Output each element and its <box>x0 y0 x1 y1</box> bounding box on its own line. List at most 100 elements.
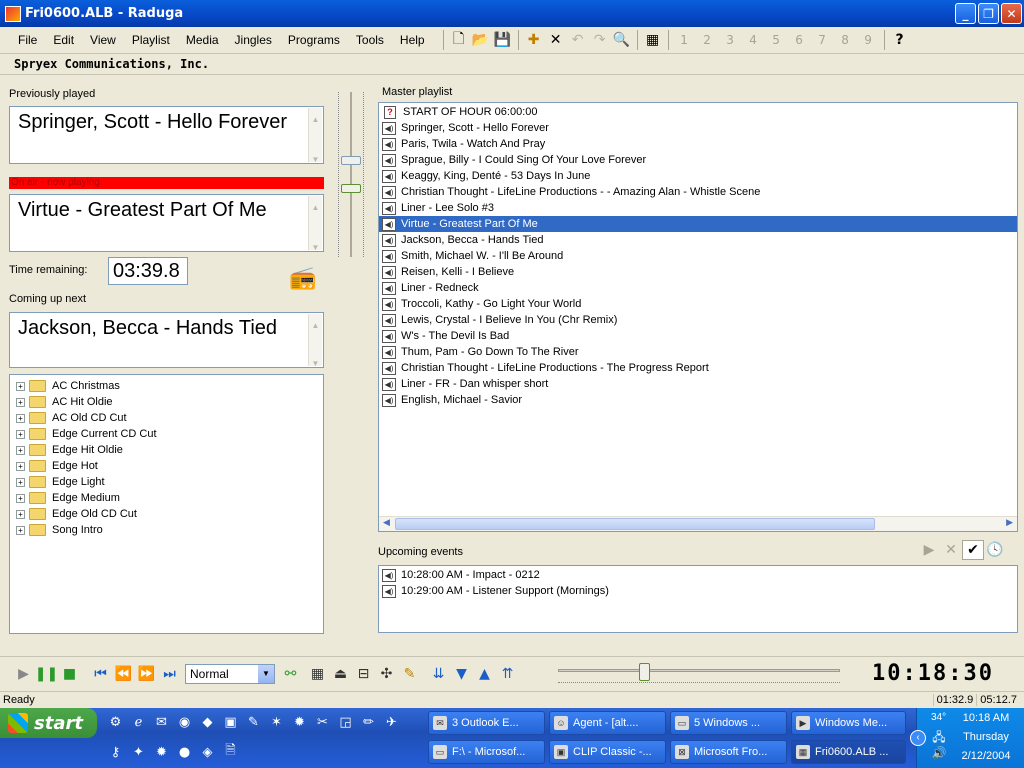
tree-folder[interactable]: + Edge Hit Oldie <box>10 442 323 458</box>
playlist-row[interactable]: ◀) Christian Thought - LifeLine Productio… <box>379 360 1017 376</box>
open-folder-icon[interactable]: 📂 <box>470 29 492 51</box>
preset-3-button[interactable]: 3 <box>719 33 742 47</box>
tree-folder[interactable]: + Edge Old CD Cut <box>10 506 323 522</box>
tray-icon[interactable]: ⊟ <box>352 662 375 686</box>
expand-icon[interactable]: + <box>16 429 25 439</box>
rewind-icon[interactable]: ⏪ <box>112 662 135 686</box>
move-bottom-icon[interactable]: ⇊ <box>427 662 450 686</box>
preset-6-button[interactable]: 6 <box>788 33 811 47</box>
app-icon[interactable]: ✦ <box>127 741 150 763</box>
expand-icon[interactable]: + <box>16 525 25 535</box>
app-icon[interactable]: ✈ <box>380 711 403 733</box>
app-icon[interactable]: ✹ <box>288 711 311 733</box>
preset-4-button[interactable]: 4 <box>742 33 765 47</box>
preset-9-button[interactable]: 9 <box>857 33 880 47</box>
playlist-row[interactable]: ◀) Paris, Twila - Watch And Pray <box>379 136 1017 152</box>
media-icon[interactable]: ◉ <box>173 711 196 733</box>
task-frontpage[interactable]: ⊠ Microsoft Fro... <box>670 740 787 764</box>
task-raduga[interactable]: ▦ Fri0600.ALB ... <box>791 740 906 764</box>
app-icon[interactable]: ● <box>173 741 196 763</box>
task-outlook[interactable]: ✉ 3 Outlook E... <box>428 711 545 735</box>
tray-time[interactable]: 10:18 AM <box>947 712 1024 724</box>
tree-folder[interactable]: + Edge Hot <box>10 458 323 474</box>
playlist-row[interactable]: ◀) Christian Thought - LifeLine Productio… <box>379 184 1017 200</box>
expand-icon[interactable]: + <box>16 413 25 423</box>
delete-icon[interactable]: ✕ <box>545 29 567 51</box>
app-icon[interactable]: ◆ <box>196 711 219 733</box>
playlist-row[interactable]: ◀) Liner - FR - Dan whisper short <box>379 376 1017 392</box>
insert-icon[interactable]: ✣ <box>375 662 398 686</box>
pause-icon[interactable]: ❚❚ <box>35 662 58 686</box>
volume-icon[interactable]: 🔊 <box>931 746 947 760</box>
task-clip-classic[interactable]: ▣ CLIP Classic -... <box>549 740 666 764</box>
expand-icon[interactable]: + <box>16 477 25 487</box>
preset-2-button[interactable]: 2 <box>696 33 719 47</box>
now-playing-scrollbar[interactable]: ▲ ▼ <box>308 196 322 252</box>
app-icon[interactable]: ◲ <box>334 711 357 733</box>
task-agent[interactable]: ☺ Agent - [alt.... <box>549 711 666 735</box>
coming-up-next-scrollbar[interactable]: ▲ ▼ <box>308 314 322 368</box>
playlist-row[interactable]: ◀) Springer, Scott - Hello Forever <box>379 120 1017 136</box>
menu-media[interactable]: Media <box>178 33 227 47</box>
playlist-row[interactable]: ◀) English, Michael - Savior <box>379 392 1017 408</box>
fader-knob-lower[interactable] <box>341 184 361 193</box>
tree-folder[interactable]: + Song Intro <box>10 522 323 538</box>
tree-folder[interactable]: + AC Hit Oldie <box>10 394 323 410</box>
preset-1-button[interactable]: 1 <box>673 33 696 47</box>
undo-icon[interactable]: ↶ <box>567 29 589 51</box>
event-row[interactable]: ◀) 10:28:00 AM - Impact - 0212 <box>379 567 1017 583</box>
fader-knob-upper[interactable] <box>341 156 361 165</box>
seek-knob[interactable] <box>639 663 650 681</box>
new-document-icon[interactable]: 🗋 <box>448 29 470 51</box>
menu-programs[interactable]: Programs <box>280 33 348 47</box>
menu-tools[interactable]: Tools <box>348 33 392 47</box>
menu-view[interactable]: View <box>82 33 124 47</box>
expand-icon[interactable]: + <box>16 397 25 407</box>
document-icon[interactable]: 🗎 <box>219 741 242 763</box>
menu-help[interactable]: Help <box>392 33 433 47</box>
ie-icon[interactable]: ℯ <box>127 711 150 733</box>
expand-icon[interactable]: + <box>16 493 25 503</box>
quick-launch-icon[interactable]: ⚙ <box>104 711 127 733</box>
tree-folder[interactable]: + Edge Light <box>10 474 323 490</box>
expand-icon[interactable]: + <box>16 445 25 455</box>
event-row[interactable]: ◀) 10:29:00 AM - Listener Support (Mornin… <box>379 583 1017 599</box>
schedule-clock-icon[interactable]: 🕓 <box>984 540 1006 560</box>
stop-icon[interactable]: ■ <box>58 662 81 686</box>
menu-file[interactable]: File <box>10 33 45 47</box>
app-icon[interactable]: ✏ <box>357 711 380 733</box>
confirm-event-icon[interactable]: ✔ <box>962 540 984 560</box>
close-button[interactable]: ✕ <box>1001 3 1022 24</box>
redo-icon[interactable]: ↷ <box>589 29 611 51</box>
app-icon[interactable]: ▣ <box>219 711 242 733</box>
playlist-row[interactable]: ◀) Sprague, Billy - I Could Sing Of Your … <box>379 152 1017 168</box>
task-windows-media[interactable]: ▶ Windows Me... <box>791 711 906 735</box>
move-down-icon[interactable]: ▼ <box>450 662 473 686</box>
playlist-row[interactable]: ◀) W's - The Devil Is Bad <box>379 328 1017 344</box>
playlist-row[interactable]: ◀) Smith, Michael W. - I'll Be Around <box>379 248 1017 264</box>
outlook-icon[interactable]: ✉ <box>150 711 173 733</box>
move-top-icon[interactable]: ⇈ <box>496 662 519 686</box>
menu-playlist[interactable]: Playlist <box>124 33 178 47</box>
minimize-button[interactable]: _ <box>955 3 976 24</box>
tree-folder[interactable]: + AC Old CD Cut <box>10 410 323 426</box>
play-mode-select[interactable]: Normal ▼ <box>185 664 275 684</box>
playlist-row[interactable]: ? START OF HOUR 06:00:00 <box>379 104 1017 120</box>
tray-expand-icon[interactable]: ‹ <box>910 730 926 746</box>
tree-folder[interactable]: + Edge Current CD Cut <box>10 426 323 442</box>
save-icon[interactable]: 💾 <box>492 29 514 51</box>
app-icon[interactable]: ✂ <box>311 711 334 733</box>
skip-last-icon[interactable]: ⏭ <box>158 662 181 686</box>
tree-folder[interactable]: + AC Christmas <box>10 378 323 394</box>
tree-folder[interactable]: + Edge Medium <box>10 490 323 506</box>
binoculars-icon[interactable]: ⚯ <box>279 662 302 686</box>
playlist-row[interactable]: ◀) Troccoli, Kathy - Go Light Your World <box>379 296 1017 312</box>
preset-7-button[interactable]: 7 <box>811 33 834 47</box>
eject-icon[interactable]: ⏏ <box>329 662 352 686</box>
scroll-left-icon[interactable]: ◀ <box>383 518 390 528</box>
menu-jingles[interactable]: Jingles <box>227 33 280 47</box>
app-icon[interactable]: ✎ <box>242 711 265 733</box>
playlist-row-selected[interactable]: ◀) Virtue - Greatest Part Of Me <box>379 216 1017 232</box>
playlist-row[interactable]: ◀) Lewis, Crystal - I Believe In You (Chr… <box>379 312 1017 328</box>
playlist-row[interactable]: ◀) Liner - Lee Solo #3 <box>379 200 1017 216</box>
